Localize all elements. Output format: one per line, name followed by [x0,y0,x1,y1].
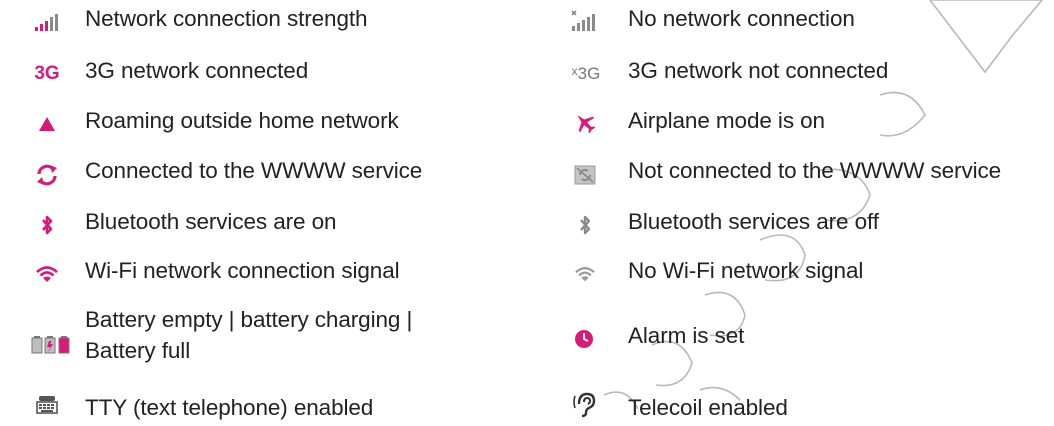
bluetooth-off-icon [571,211,599,239]
signal-strength-icon [33,8,61,36]
item-label: No network connection [628,6,855,31]
item-label-line1: Battery empty | battery charging | [85,307,413,332]
item-label: Alarm is set [628,323,745,348]
bluetooth-icon [33,211,61,239]
sync-arrows-icon [32,160,62,190]
item-label: Telecoil enabled [628,395,788,420]
item-label: No Wi-Fi network signal [628,258,864,283]
item-label: Bluetooth services are off [628,209,879,234]
item-label: Roaming outside home network [85,108,399,133]
tty-icon [32,392,62,418]
no-signal-icon [570,6,600,36]
3g-off-icon: x3G [571,64,601,83]
sync-off-icon [571,162,599,188]
battery-icon [31,332,71,358]
item-label-line2: Battery full [85,338,191,363]
alarm-icon [571,326,597,352]
wifi-icon [32,260,62,288]
item-label: 3G network connected [85,58,309,83]
airplane-icon [570,108,600,138]
wifi-off-icon [571,260,599,288]
item-label: TTY (text telephone) enabled [85,395,374,420]
item-label: Network connection strength [85,6,368,31]
telecoil-icon [570,388,600,420]
item-label: Airplane mode is on [628,108,825,133]
item-label: Bluetooth services are on [85,209,337,234]
roaming-triangle-icon [33,110,61,138]
3g-icon: 3G [34,63,60,84]
item-label: Not connected to the WWWW service [628,158,1002,183]
item-label: 3G network not connected [628,58,889,83]
item-label: Connected to the WWWW service [85,158,423,183]
item-label: Wi-Fi network connection signal [85,258,400,283]
